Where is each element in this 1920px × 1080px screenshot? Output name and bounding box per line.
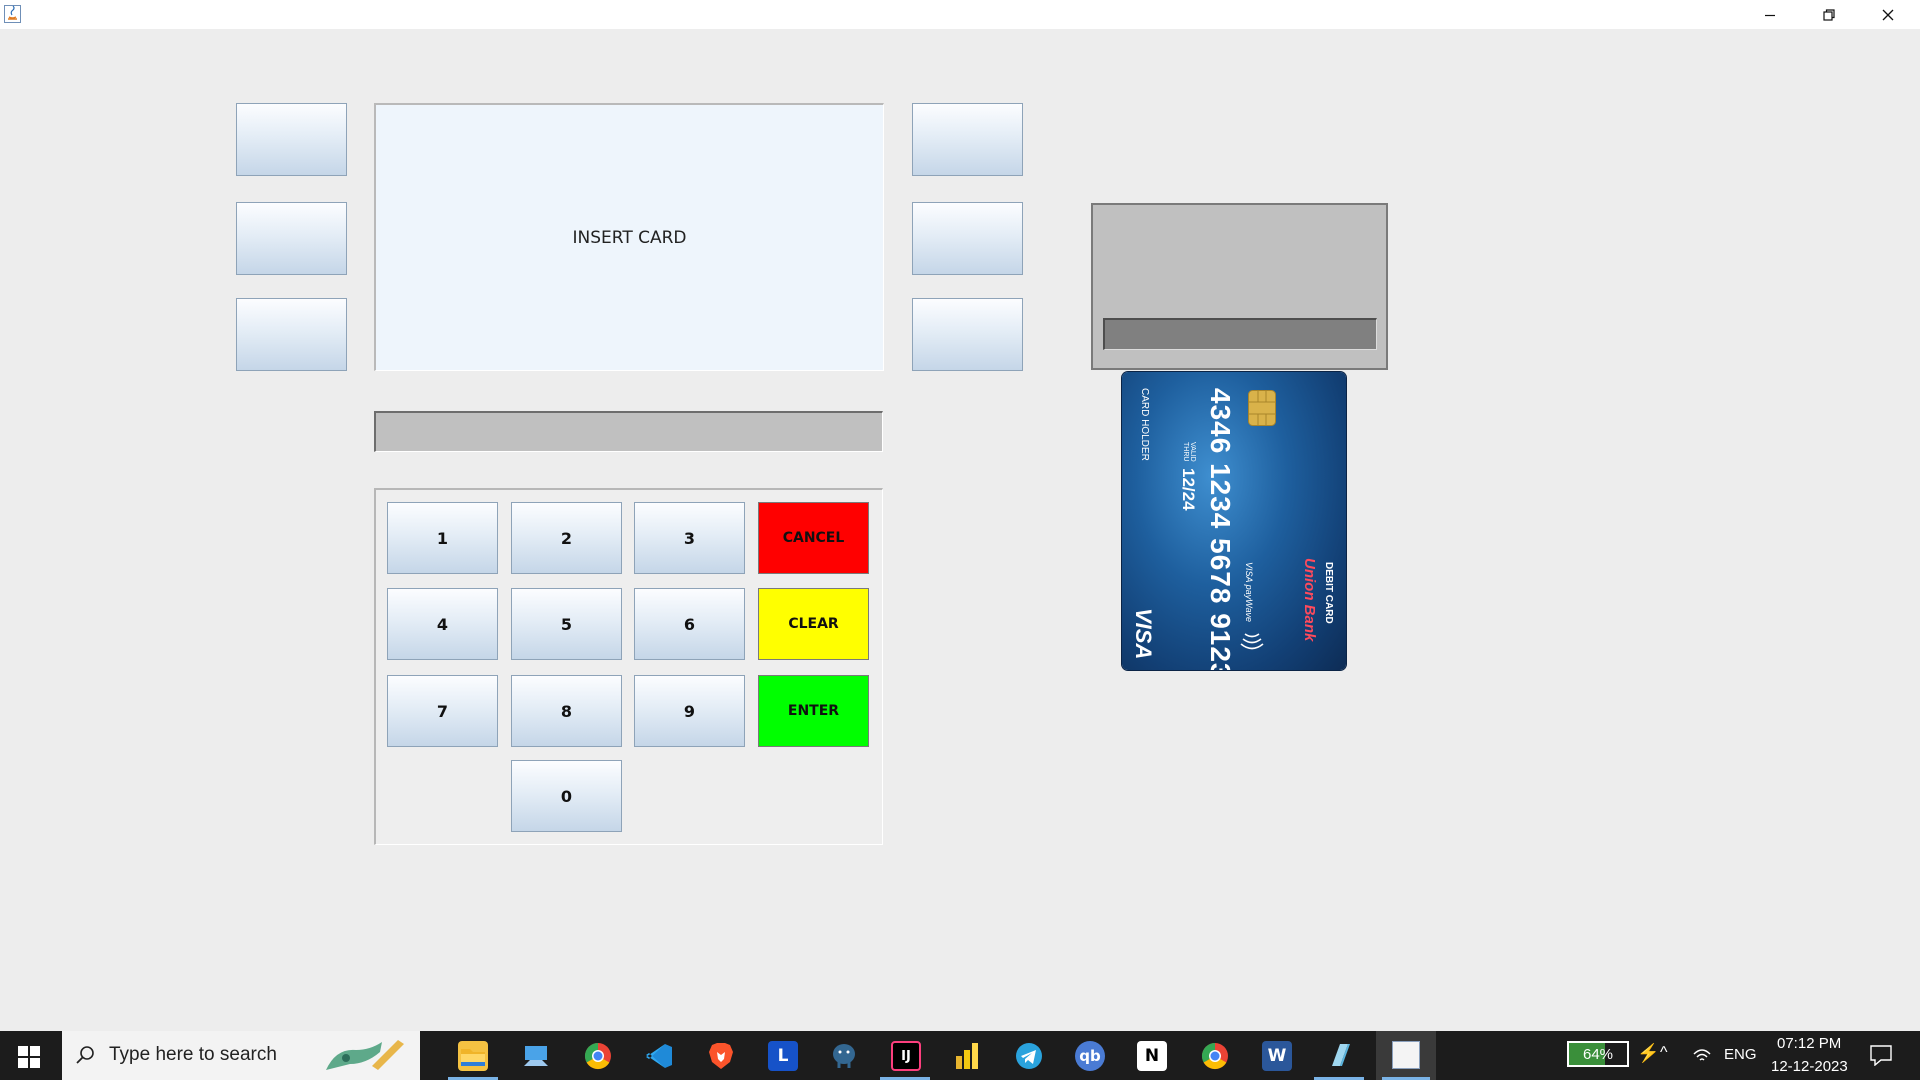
power-bi-icon[interactable] — [952, 1041, 982, 1071]
keypad-panel: 1 2 3 CANCEL 4 5 6 CLEAR 7 8 9 ENTER 0 — [374, 488, 883, 845]
screen-message: INSERT CARD — [572, 227, 687, 248]
telegram-icon[interactable] — [1014, 1041, 1044, 1071]
visa-logo: VISA — [1131, 608, 1156, 660]
key-1[interactable]: 1 — [387, 502, 498, 574]
valid-thru-label: VALID THRU — [1182, 442, 1196, 462]
contactless-icon — [1240, 633, 1264, 650]
left-side-key-3[interactable] — [236, 298, 347, 371]
close-button[interactable] — [1859, 0, 1917, 29]
key-4[interactable]: 4 — [387, 588, 498, 660]
clock-time[interactable]: 07:12 PM — [1777, 1035, 1841, 1052]
wifi-icon[interactable] — [1692, 1046, 1712, 1068]
card-holder-label: CARD HOLDER — [1139, 388, 1150, 461]
launcher-l-icon[interactable]: L — [768, 1041, 798, 1071]
restore-button[interactable] — [1800, 0, 1858, 29]
right-side-key-1[interactable] — [912, 103, 1023, 176]
battery-percent: 64% — [1582, 1045, 1614, 1063]
bank-name: Union Bank — [1301, 558, 1318, 642]
right-side-key-2[interactable] — [912, 202, 1023, 275]
java-taskbar-icon — [1392, 1041, 1420, 1069]
key-8[interactable]: 8 — [511, 675, 622, 747]
card-face: DEBIT CARD Union Bank 4346 1234 5678 912… — [1122, 372, 1346, 670]
minimize-button[interactable] — [1741, 0, 1799, 29]
card-expiry: 12/24 — [1179, 468, 1198, 511]
active-java-app-tab[interactable] — [1376, 1031, 1436, 1080]
chip-icon — [1248, 390, 1276, 426]
brave-icon[interactable] — [706, 1041, 736, 1071]
key-6[interactable]: 6 — [634, 588, 745, 660]
java-app-icon[interactable] — [4, 5, 21, 23]
key-7[interactable]: 7 — [387, 675, 498, 747]
paywave-label: VISA payWave — [1244, 562, 1254, 623]
language-indicator[interactable]: ENG — [1724, 1046, 1757, 1063]
chrome-profile-icon[interactable] — [1200, 1041, 1230, 1071]
cancel-button[interactable]: CANCEL — [758, 502, 869, 574]
notification-center-icon[interactable] — [1869, 1044, 1893, 1070]
key-3[interactable]: 3 — [634, 502, 745, 574]
battery-indicator[interactable]: 64% — [1567, 1041, 1629, 1067]
close-icon — [1882, 9, 1894, 20]
intellij-icon[interactable]: IJ — [891, 1041, 921, 1071]
window-title-bar — [0, 0, 1920, 29]
atm-screen: INSERT CARD — [374, 103, 884, 371]
windows-start-icon — [18, 1046, 40, 1068]
card-type-label: DEBIT CARD — [1323, 562, 1334, 624]
card-number: 4346 1234 5678 9123 — [1205, 388, 1236, 670]
postgresql-icon[interactable] — [829, 1041, 859, 1071]
right-side-key-3[interactable] — [912, 298, 1023, 371]
pin-input-display[interactable] — [374, 411, 883, 452]
card-reader — [1091, 203, 1388, 370]
debit-card[interactable]: DEBIT CARD Union Bank 4346 1234 5678 912… — [1122, 372, 1346, 670]
clock-date[interactable]: 12-12-2023 — [1771, 1058, 1848, 1075]
search-icon — [75, 1045, 95, 1069]
pc-icon[interactable] — [521, 1041, 551, 1071]
key-2[interactable]: 2 — [511, 502, 622, 574]
restore-icon — [1823, 8, 1835, 21]
search-highlight-illustration — [322, 1036, 412, 1076]
charging-plug-icon: ⚡ — [1637, 1043, 1660, 1063]
windows-start-button[interactable] — [18, 1046, 40, 1072]
file-explorer-icon[interactable] — [458, 1041, 488, 1071]
clear-button[interactable]: CLEAR — [758, 588, 869, 660]
word-icon[interactable]: W — [1262, 1041, 1292, 1071]
notes-app-icon[interactable] — [1325, 1041, 1355, 1071]
vscode-icon[interactable] — [644, 1041, 674, 1071]
chevron-up-icon[interactable]: ^ — [1660, 1044, 1668, 1062]
enter-button[interactable]: ENTER — [758, 675, 869, 747]
chrome-icon[interactable] — [583, 1041, 613, 1071]
left-side-key-2[interactable] — [236, 202, 347, 275]
qbittorrent-icon[interactable]: qb — [1075, 1041, 1105, 1071]
card-slot[interactable] — [1103, 318, 1377, 350]
key-0[interactable]: 0 — [511, 760, 622, 832]
notion-icon[interactable]: N — [1137, 1041, 1167, 1071]
minimize-icon — [1765, 14, 1775, 16]
left-side-key-1[interactable] — [236, 103, 347, 176]
search-placeholder: Type here to search — [109, 1044, 277, 1065]
key-9[interactable]: 9 — [634, 675, 745, 747]
key-5[interactable]: 5 — [511, 588, 622, 660]
